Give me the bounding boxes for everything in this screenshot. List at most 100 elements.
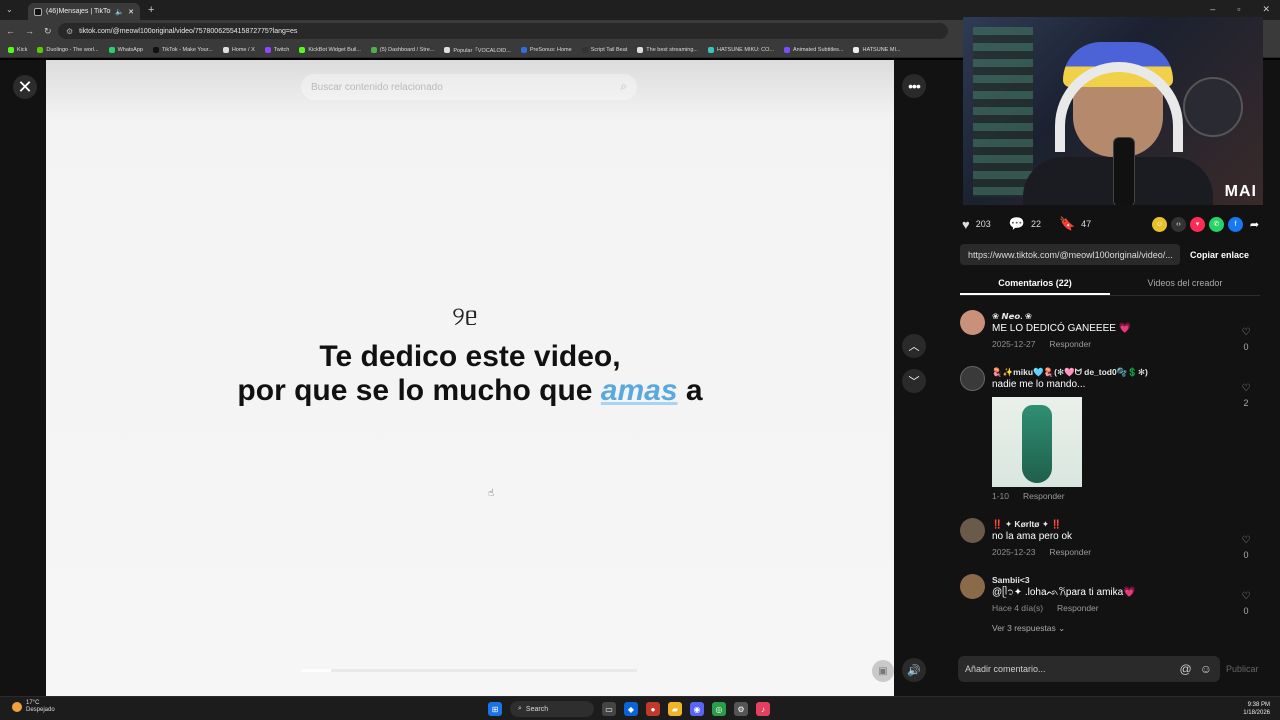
heart-outline-icon[interactable]: ♡ [1240,590,1252,604]
system-clock[interactable]: 9:38 PM 1/18/2026 [1243,701,1270,717]
heart-outline-icon[interactable]: ♡ [1240,534,1252,548]
start-icon[interactable]: ⊞ [488,702,502,716]
bookmark-favicon-icon [37,46,44,53]
bookmark-item[interactable]: Kick [8,46,27,53]
browser-tab[interactable]: (46)Mensajes | TikTok 🔈 ✕ [28,3,140,20]
avatar[interactable] [960,310,985,335]
forward-icon[interactable]: → [25,26,34,37]
facebook-icon[interactable]: f [1228,216,1243,232]
bookmark-item[interactable]: Popular「VOCALOID... [444,46,511,54]
whatsapp-icon[interactable]: ✆ [1209,216,1224,232]
view-replies-button[interactable]: Ver 3 respuestas ⌄ [992,623,1232,634]
avatar[interactable] [960,518,985,543]
share-options: ☺ ‹› ▾ ✆ f ➦ [1152,216,1262,232]
more-options-button[interactable]: ••• [902,74,926,98]
reply-button[interactable]: Responder [1023,491,1065,501]
tab-comments[interactable]: Comentarios (22) [960,274,1110,295]
bookmark-item[interactable]: HATSUNE MIKU: CO... [707,46,774,53]
task-view-icon[interactable]: ▭ [602,702,616,716]
reply-button[interactable]: Responder [1049,547,1091,557]
window-close-icon[interactable]: ✕ [1262,4,1270,15]
bookmark-favicon-icon [707,46,714,53]
file-explorer-icon[interactable]: ▰ [668,702,682,716]
bookmark-item[interactable]: TikTok - Make Your... [152,46,213,53]
bookmark-item[interactable]: KickBot Widget Buil... [299,46,361,53]
tab-close-icon[interactable]: ✕ [128,8,134,16]
speaker-icon: 🔊 [907,664,921,677]
comment-username[interactable]: ❀ 𝙉𝙚𝙤. ❀ [992,310,1232,322]
close-video-button[interactable]: ✕ [13,75,37,99]
weather-widget[interactable]: 17°C Despejado [12,700,55,714]
emoji-icon[interactable]: ☺ [1200,662,1212,676]
picture-in-picture-icon[interactable]: ▣ [872,660,894,682]
bookmark-item[interactable]: Home / X [222,46,255,53]
comment-username[interactable]: Sambii<3 [992,574,1232,586]
tab-creator-videos[interactable]: Videos del creador [1110,274,1260,295]
add-comment-input[interactable]: Añadir comentario... @ ☺ [958,656,1220,682]
comment-image[interactable] [992,397,1082,487]
tab-search-icon[interactable]: ⌄ [6,5,13,14]
bookmark-label: TikTok - Make Your... [161,46,213,53]
minimize-icon[interactable]: – [1210,4,1215,15]
avatar[interactable] [960,574,985,599]
share-arrow-icon[interactable]: ➦ [1247,217,1262,232]
store-icon[interactable]: ◆ [624,702,638,716]
chrome-icon[interactable]: ◎ [712,702,726,716]
video-progress-bar[interactable] [301,669,637,672]
site-info-icon[interactable]: ⚙ [66,27,73,36]
reload-icon[interactable]: ↻ [44,26,52,37]
comment-like-count: 0 [1243,550,1249,560]
embed-icon[interactable]: ‹› [1171,216,1186,232]
like-stat[interactable]: ♥ 203 [962,217,991,232]
previous-video-button[interactable]: ︿ [902,334,926,358]
heart-outline-icon[interactable]: ♡ [1240,326,1252,340]
bookmark-item[interactable]: Twitch [264,46,289,53]
bookmark-item[interactable]: Script Tail Beat [581,46,627,53]
back-icon[interactable]: ← [6,26,15,37]
reply-button[interactable]: Responder [1049,339,1091,349]
gift-icon[interactable]: ☺ [1152,216,1167,232]
bookmark-item[interactable]: WhatsApp [108,46,143,53]
stream-logo: MAI [1224,183,1257,200]
repost-icon[interactable]: ▾ [1190,216,1205,232]
bookmark-item[interactable]: PreSonus: Home [520,46,572,53]
bookmark-item[interactable]: (5) Dashboard / Stre... [370,46,434,53]
save-stat[interactable]: 🔖 47 [1059,216,1091,232]
copy-link-button[interactable]: Copiar enlace [1190,250,1249,260]
avatar[interactable] [960,366,985,391]
taskbar-search-label: Search [525,705,549,713]
comment-stat[interactable]: 💬 22 [1009,216,1041,232]
search-icon[interactable]: ⌕ [620,79,627,94]
reply-button[interactable]: Responder [1057,603,1099,613]
comment-username[interactable]: 🪼✨miku🩵🪼(✻🩷ᗢ de_tod0🫧💲✻) [992,366,1232,378]
app-icon[interactable]: ● [646,702,660,716]
discord-icon[interactable]: ◉ [690,702,704,716]
volume-button[interactable]: 🔊 [902,658,926,682]
search-icon: ⌕ [518,705,522,712]
new-tab-button[interactable]: + [148,4,154,16]
maximize-icon[interactable]: ▫ [1237,4,1240,15]
url-field[interactable]: ⚙ tiktok.com/@meowl100original/video/757… [58,23,948,39]
next-video-button[interactable]: ﹀ [902,369,926,393]
bookmark-item[interactable]: The best streaming... [637,46,698,53]
settings-icon[interactable]: ⚙ [734,702,748,716]
bookmark-favicon-icon [299,46,306,53]
microphone [1113,137,1135,205]
navigation-buttons: ← → ↻ [0,26,52,37]
bookmark-item[interactable]: Animated Subtitles... [784,46,843,53]
publish-button[interactable]: Publicar [1226,664,1259,674]
mention-icon[interactable]: @ [1180,662,1192,676]
tab-audio-icon[interactable]: 🔈 [115,8,124,16]
comment-date: 2025-12-23 [992,547,1036,557]
bookmark-item[interactable]: HATSUNE MI... [853,46,901,53]
video-player[interactable]: Buscar contenido relacionado ⌕ ୨ᥱ Te ded… [46,60,894,696]
comment-username[interactable]: ‼️ ✦ Kørltø ✦ ‼️ [992,518,1232,530]
video-link-field[interactable]: https://www.tiktok.com/@meowl100original… [960,244,1180,265]
comment-like-count: 2 [1243,398,1249,408]
bookmark-item[interactable]: Duolingo - The worl... [37,46,99,53]
taskbar-search[interactable]: ⌕ Search [510,701,594,717]
heart-outline-icon[interactable]: ♡ [1240,382,1252,396]
related-search-input[interactable]: Buscar contenido relacionado ⌕ [301,74,637,100]
music-icon[interactable]: ♪ [756,702,770,716]
chevron-down-icon: ﹀ [908,376,920,388]
